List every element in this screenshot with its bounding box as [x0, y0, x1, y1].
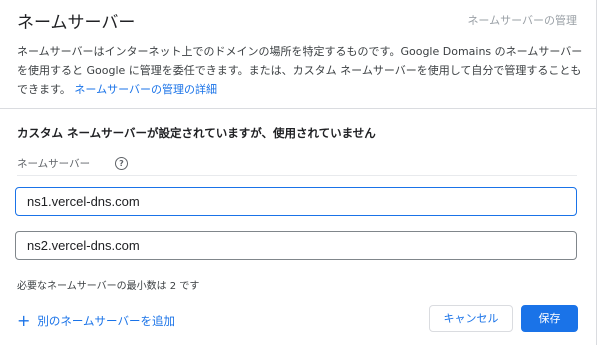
nameserver-input-1[interactable]	[27, 194, 557, 209]
nameserver-field-2[interactable]	[15, 231, 577, 260]
description: ネームサーバーはインターネット上でのドメインの場所を特定するものです。Googl…	[17, 42, 587, 99]
add-nameserver-button[interactable]: + 別のネームサーバーを追加	[17, 310, 175, 330]
nameserver-card: ネームサーバー ネームサーバーの管理 ネームサーバーはインターネット上でのドメイ…	[0, 0, 597, 345]
learn-more-link[interactable]: ネームサーバーの管理の詳細	[74, 83, 217, 96]
nameserver-label-row: ネームサーバー ?	[17, 155, 577, 176]
manage-nameservers-link[interactable]: ネームサーバーの管理	[467, 12, 577, 28]
help-circle-icon[interactable]: ?	[115, 157, 128, 170]
card-header: ネームサーバー ネームサーバーの管理 ネームサーバーはインターネット上でのドメイ…	[0, 0, 597, 109]
nameserver-input-2[interactable]	[27, 238, 557, 253]
minimum-nameservers-note: 必要なネームサーバーの最小数は 2 です	[17, 281, 200, 292]
nameserver-field-1[interactable]	[15, 187, 577, 216]
plus-icon: +	[17, 311, 31, 330]
cancel-button[interactable]: キャンセル	[429, 305, 513, 332]
page-title: ネームサーバー	[17, 13, 136, 33]
nameserver-label: ネームサーバー	[17, 158, 91, 170]
add-nameserver-label: 別のネームサーバーを追加	[37, 314, 175, 328]
save-button[interactable]: 保存	[521, 305, 578, 332]
custom-nameserver-warning: カスタム ネームサーバーが設定されていますが、使用されていません	[17, 126, 376, 140]
